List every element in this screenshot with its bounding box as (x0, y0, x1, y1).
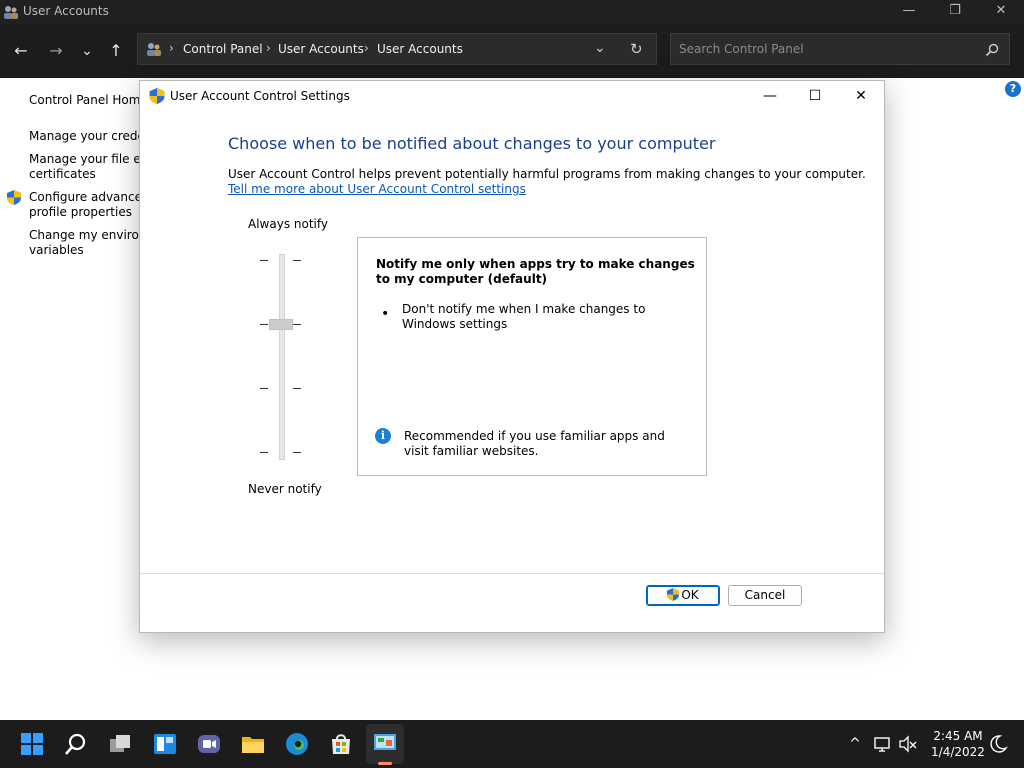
user-accounts-icon (4, 6, 18, 19)
slider-tick (260, 452, 268, 453)
recent-locations-icon[interactable]: ⌄ (76, 40, 98, 62)
slider-tick (293, 388, 301, 389)
chevron-down-icon[interactable]: ⌄ (594, 40, 606, 56)
clock-date: 1/4/2022 (931, 745, 985, 759)
dialog-close-button[interactable]: ✕ (838, 81, 884, 111)
focus-assist-moon-icon[interactable] (988, 734, 1008, 754)
edge-icon[interactable] (285, 732, 309, 756)
configure-advanced-profile-link-line2[interactable]: profile properties (29, 205, 132, 220)
manage-file-encryption-link[interactable]: Manage your file encryption (29, 152, 140, 167)
forward-arrow-icon[interactable]: → (45, 40, 67, 62)
breadcrumb-user-accounts-current[interactable]: User Accounts (377, 42, 463, 56)
chat-icon[interactable] (197, 732, 221, 756)
dialog-title: User Account Control Settings (170, 89, 350, 103)
level-title: Notify me only when apps try to make cha… (376, 257, 695, 286)
manage-credentials-link[interactable]: Manage your credentials (29, 129, 140, 144)
uac-shield-icon (667, 588, 680, 601)
user-accounts-icon (147, 43, 161, 56)
dialog-heading: Choose when to be notified about changes… (228, 134, 716, 153)
search-placeholder: Search Control Panel (679, 42, 804, 56)
slider-tick (260, 324, 268, 325)
dialog-maximize-button[interactable]: ☐ (792, 81, 838, 111)
chevron-right-icon[interactable]: › (364, 41, 369, 55)
start-icon[interactable] (20, 732, 44, 756)
uac-shield-icon (7, 190, 21, 205)
up-arrow-icon[interactable]: ↑ (105, 40, 127, 62)
info-icon: i (375, 428, 391, 444)
slider-tick (293, 260, 301, 261)
breadcrumb-user-accounts[interactable]: User Accounts (278, 42, 364, 56)
slider-top-label: Always notify (248, 217, 328, 231)
cancel-button[interactable]: Cancel (728, 585, 802, 606)
uac-settings-dialog: User Account Control Settings — ☐ ✕ Choo… (139, 80, 885, 633)
clock-time: 2:45 AM (933, 729, 983, 743)
minimize-button[interactable]: — (886, 0, 932, 24)
back-arrow-icon[interactable]: ← (10, 40, 32, 62)
footer-divider (140, 573, 884, 574)
widgets-icon[interactable] (153, 732, 177, 756)
uac-shield-icon (149, 88, 165, 104)
slider-bottom-label: Never notify (248, 482, 322, 496)
window-titlebar: User Accounts — ❐ ✕ (0, 0, 1024, 24)
chevron-up-icon[interactable]: ^ (845, 734, 865, 754)
level-description-box: Notify me only when apps try to make cha… (357, 237, 707, 476)
chevron-right-icon[interactable]: › (266, 41, 271, 55)
taskbar: ^ 2:45 AM 1/4/2022 (0, 720, 1024, 768)
search-input[interactable]: Search Control Panel (670, 33, 1010, 65)
network-icon[interactable] (873, 734, 893, 754)
help-icon[interactable]: ? (1005, 81, 1021, 97)
level-bullet-text: Don't notify me when I make changes to W… (402, 302, 646, 331)
configure-advanced-profile-link[interactable]: Configure advanced user (29, 190, 140, 205)
search-icon[interactable] (64, 732, 88, 756)
window-title: User Accounts (23, 4, 109, 18)
ok-button-label: OK (681, 588, 699, 602)
learn-more-link[interactable]: Tell me more about User Account Control … (228, 182, 526, 196)
refresh-icon[interactable]: ↻ (630, 40, 643, 58)
slider-track[interactable] (279, 254, 285, 460)
slider-tick (260, 388, 268, 389)
slider-tick (293, 452, 301, 453)
slider-tick (260, 260, 268, 261)
slider-thumb[interactable] (269, 319, 293, 330)
restore-button[interactable]: ❐ (932, 0, 978, 24)
store-icon[interactable] (329, 732, 353, 756)
manage-file-encryption-link-line2[interactable]: certificates (29, 167, 96, 182)
search-icon[interactable] (985, 43, 999, 57)
volume-muted-icon[interactable] (898, 734, 918, 754)
bullet-icon: • (381, 306, 390, 322)
task-view-icon[interactable] (108, 732, 132, 756)
change-environment-variables-link[interactable]: Change my environment (29, 228, 140, 243)
change-environment-variables-link-line2[interactable]: variables (29, 243, 84, 258)
system-clock[interactable]: 2:45 AM 1/4/2022 (918, 728, 998, 760)
control-panel-icon[interactable] (373, 731, 397, 755)
recommendation-text: Recommended if you use familiar apps and… (404, 429, 665, 458)
dialog-minimize-button[interactable]: — (747, 81, 793, 111)
file-explorer-icon[interactable] (241, 732, 265, 756)
ok-button[interactable]: OK (646, 585, 720, 606)
navigation-bar: ← → ⌄ ↑ › Control Panel › User Accounts … (0, 24, 1024, 78)
dialog-description: User Account Control helps prevent poten… (228, 167, 866, 181)
left-navigation-pane: Control Panel Home Manage your credentia… (0, 78, 140, 718)
breadcrumb-control-panel[interactable]: Control Panel (183, 42, 263, 56)
active-app-indicator (378, 762, 392, 765)
slider-tick (293, 324, 301, 325)
close-button[interactable]: ✕ (978, 0, 1024, 24)
address-bar[interactable]: › Control Panel › User Accounts › User A… (137, 33, 657, 65)
chevron-right-icon: › (169, 41, 174, 55)
control-panel-home-link[interactable]: Control Panel Home (29, 93, 140, 108)
